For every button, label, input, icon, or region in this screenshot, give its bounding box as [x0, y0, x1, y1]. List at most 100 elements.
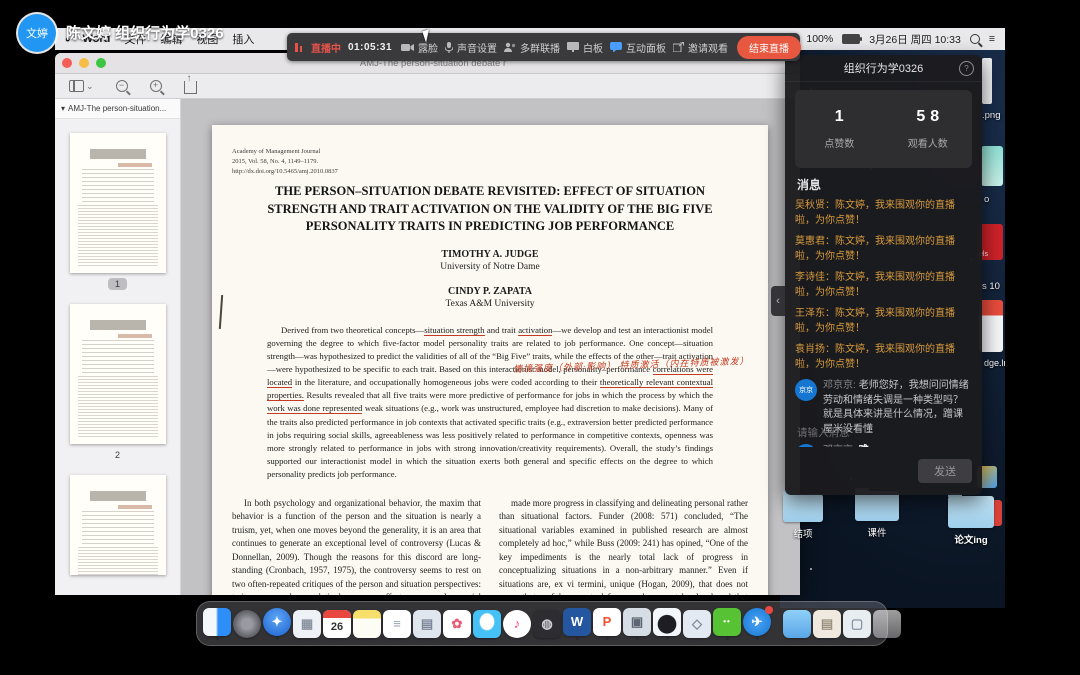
dock-folder-blue-icon[interactable] [783, 610, 811, 638]
desktop-teal-file-icon[interactable] [981, 146, 1003, 186]
folder-icon [948, 496, 994, 528]
dock-pdf-expert-icon[interactable]: P [593, 608, 621, 636]
journal-header: Academy of Management Journal 2015, Vol.… [232, 147, 338, 176]
chat-bubble-icon [610, 42, 622, 52]
thumbnail-image[interactable] [70, 133, 166, 273]
dock-photos-icon[interactable]: ✿ [443, 610, 471, 638]
message-list[interactable]: 吴秋贤：陈文婷，我来围观你的直播啦，为你点赞！莫惠君：陈文婷，我来围观你的直播啦… [785, 199, 982, 447]
share-button[interactable] [184, 81, 197, 94]
desktop-file-sliver-icon[interactable] [982, 58, 992, 104]
dock-messages-icon[interactable] [473, 610, 501, 638]
underlined-phrase: work was done represented [267, 403, 362, 414]
panel-title: 组织行为学0326 [844, 60, 923, 76]
dock-launchpad-icon[interactable] [233, 610, 261, 638]
likes-label: 点赞数 [824, 135, 854, 150]
whiteboard-button[interactable]: 白板 [567, 40, 603, 55]
streamer-avatar[interactable]: 文婷 [18, 14, 56, 52]
dock-screen-share-icon[interactable]: ◇ [683, 610, 711, 638]
dock-screenshot-icon[interactable]: ▣ [623, 608, 651, 636]
camera-button[interactable]: 露脸 [401, 40, 438, 55]
panel-collapse-button[interactable]: ‹ [771, 286, 785, 316]
dock-image-capture-icon[interactable]: ▤ [413, 610, 441, 638]
notification-center-icon[interactable]: ≡ [989, 33, 995, 45]
live-indicator-icon [295, 43, 302, 52]
audio-settings-button[interactable]: 声音设置 [445, 40, 497, 55]
live-interaction-panel: 组织行为学0326 ? 1 点赞数 58 观看人数 消息 吴秋贤：陈文婷，我来围… [785, 55, 982, 495]
preview-window: AMJ-The person-situation debate r ⌄ − + … [55, 53, 800, 595]
sidebar-caret-icon[interactable]: ▾ [61, 104, 65, 113]
chat-sender: 邓京京: [823, 380, 856, 391]
desktop-folder-lunwen[interactable]: 论文ing [948, 496, 994, 546]
viewers-stat: 58 观看人数 [884, 90, 973, 168]
desktop-s10-label[interactable]: s 10 [982, 281, 1000, 292]
camera-icon [401, 43, 414, 52]
dock-music-icon[interactable]: ♪ [503, 610, 531, 638]
body-column-left: In both psychology and organizational be… [232, 497, 481, 595]
invite-viewers-button[interactable]: 邀请观看 [673, 40, 728, 55]
dock-dingtalk-icon[interactable]: ✈ [743, 608, 771, 636]
sidebar-view-button[interactable]: ⌄ [69, 80, 94, 92]
external-link-icon [673, 42, 684, 52]
desktop-o-label[interactable]: o [984, 194, 989, 205]
dock-finder-icon[interactable] [203, 608, 231, 636]
body-column-right: made more progress in classifying and de… [499, 497, 748, 595]
page-number: 1 [108, 278, 127, 290]
chat-avatar[interactable]: 京京 [795, 444, 817, 447]
page-thumbnail[interactable]: 2 [55, 304, 180, 461]
sidebar-header[interactable]: ▾ AMJ-The person-situation... [55, 99, 180, 119]
maximize-window-button[interactable] [96, 58, 106, 68]
desktop-document-icon[interactable] [979, 300, 1003, 352]
chat-avatar[interactable]: 京京 [795, 379, 817, 401]
thumbnail-list: 12 [55, 133, 180, 575]
menubar-clock[interactable]: 3月26日 周四 10:33 [869, 32, 961, 47]
desktop-folder-kejian[interactable]: 课件 [855, 491, 899, 539]
zoom-in-button[interactable]: + [150, 80, 162, 92]
dock-wechat-icon[interactable]: •• [713, 608, 741, 636]
abstract-segment: Results revealed that all five traits we… [304, 390, 713, 400]
chat-input[interactable]: 请输入消息 [797, 425, 850, 440]
dock-trash-icon[interactable] [873, 610, 901, 638]
underlined-phrase: situation strength [424, 325, 484, 336]
thumbnail-image[interactable] [70, 475, 166, 575]
dock-word-icon[interactable]: W [563, 608, 591, 636]
dock-downloads-icon[interactable]: ▢ [843, 610, 871, 638]
page-thumbnail[interactable]: 1 [55, 133, 180, 290]
help-icon[interactable]: ? [959, 61, 974, 76]
dock-archive-icon[interactable]: ▤ [813, 610, 841, 638]
desktop-edge-lnk-label[interactable]: dge.lnk [984, 358, 1005, 368]
dock-notes-icon[interactable] [353, 610, 381, 638]
battery-icon [842, 34, 860, 44]
close-window-button[interactable] [62, 58, 72, 68]
desktop-folder-jiexiang[interactable]: 结项 [783, 494, 823, 540]
dock-safari-icon[interactable]: ✦ [263, 608, 291, 636]
dock-reminders-icon[interactable]: ≡ [383, 610, 411, 638]
dock-preview-icon[interactable]: ▦ [293, 610, 321, 638]
paper-title: THE PERSON–SITUATION DEBATE REVISITED: E… [255, 183, 725, 236]
pdf-page[interactable]: Academy of Management Journal 2015, Vol.… [212, 125, 768, 595]
dock-parallels-icon[interactable]: ◍ [533, 610, 561, 638]
interactive-panel-button[interactable]: 互动面板 [610, 40, 666, 55]
zoom-out-button[interactable]: − [116, 80, 128, 92]
page-thumbnail[interactable] [55, 475, 180, 575]
dock-calendar-icon[interactable]: 26 [323, 610, 351, 638]
abstract-text: Derived from two theoretical concepts—si… [267, 324, 713, 481]
thumbnail-image[interactable] [70, 304, 166, 444]
menu-insert[interactable]: 插入 [232, 31, 254, 47]
chat-message: 京京邓京京:难 [795, 444, 972, 447]
viewers-count: 58 [911, 108, 944, 126]
dock-qq-icon[interactable] [653, 608, 681, 636]
praise-message: 袁肖扬：陈文婷，我来围观你的直播啦，为你点赞！ [795, 343, 972, 372]
live-timer: 01:05:31 [348, 42, 392, 53]
abstract-segment: in the literature, and occupationally ho… [292, 377, 600, 387]
live-stats-card: 1 点赞数 58 观看人数 [795, 90, 972, 168]
abstract-segment: and trait [485, 325, 519, 335]
whiteboard-icon [567, 42, 579, 52]
end-live-button[interactable]: 结束直播 [737, 36, 801, 59]
multi-group-button[interactable]: 多群联播 [504, 40, 560, 55]
spotlight-icon[interactable] [970, 34, 980, 44]
send-button[interactable]: 发送 [918, 459, 972, 483]
minimize-window-button[interactable] [79, 58, 89, 68]
chat-sender: 邓京京: [823, 445, 856, 447]
desktop-png-label[interactable]: .png [982, 110, 1001, 121]
dock: ✦▦26≡▤✿♪◍WP▣◇••✈▤▢ [196, 601, 888, 646]
